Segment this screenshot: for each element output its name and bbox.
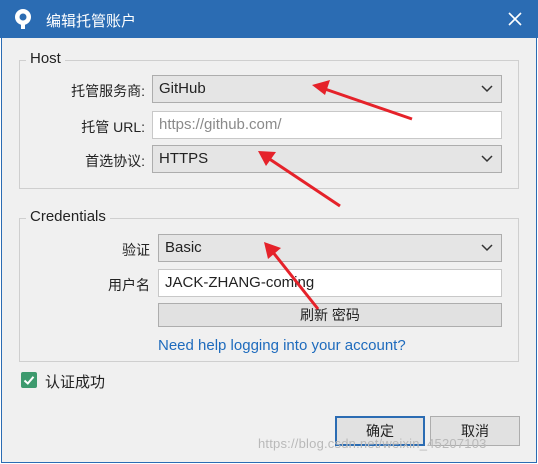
chevron-down-icon <box>481 85 493 93</box>
auth-value: Basic <box>165 239 202 256</box>
close-button[interactable] <box>492 0 538 38</box>
auth-label: 验证 <box>122 242 150 258</box>
provider-select[interactable]: GitHub <box>152 75 502 103</box>
auth-success-checkbox[interactable] <box>21 372 37 388</box>
window-title: 编辑托管账户 <box>46 13 137 30</box>
credentials-legend: Credentials <box>26 208 110 225</box>
provider-label: 托管服务商: <box>71 83 145 99</box>
watermark: https://blog.csdn.net/weixin_45207103 <box>258 436 487 451</box>
refresh-password-button[interactable]: 刷新 密码 <box>158 303 502 327</box>
protocol-value: HTTPS <box>159 150 209 167</box>
checkmark-icon <box>23 376 35 385</box>
chevron-down-icon <box>481 244 493 252</box>
auth-select[interactable]: Basic <box>158 234 502 262</box>
username-label: 用户名 <box>108 277 150 293</box>
url-field[interactable]: https://github.com/ <box>152 111 502 139</box>
protocol-label: 首选协议: <box>85 153 145 169</box>
provider-value: GitHub <box>159 80 206 97</box>
username-field[interactable]: JACK-ZHANG-coming <box>158 269 502 297</box>
host-legend: Host <box>26 50 65 67</box>
protocol-select[interactable]: HTTPS <box>152 145 502 173</box>
help-link[interactable]: Need help logging into your account? <box>158 337 406 354</box>
auth-success-label: 认证成功 <box>45 374 106 391</box>
sourcetree-icon <box>15 9 31 29</box>
url-label: 托管 URL: <box>81 119 145 135</box>
username-value: JACK-ZHANG-coming <box>165 274 315 291</box>
title-bar: 编辑托管账户 <box>0 0 538 38</box>
close-icon <box>508 12 522 26</box>
chevron-down-icon <box>481 155 493 163</box>
url-placeholder: https://github.com/ <box>159 116 282 133</box>
